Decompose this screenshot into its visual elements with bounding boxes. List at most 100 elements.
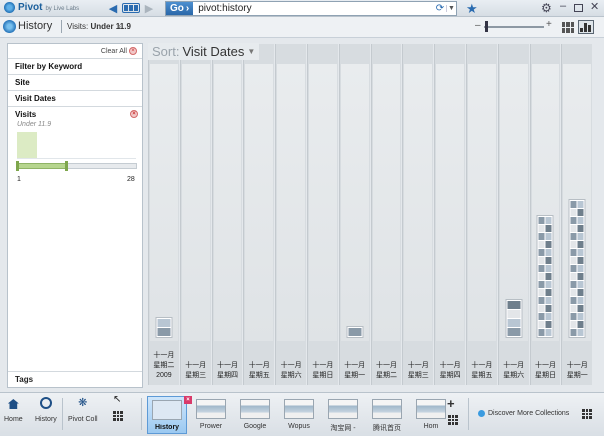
history-button[interactable]: History	[35, 397, 57, 423]
collection-title[interactable]: History	[18, 20, 52, 32]
page-thumbnail[interactable]	[157, 328, 171, 336]
page-thumbnail[interactable]	[577, 233, 584, 240]
facet-site[interactable]: Site	[8, 74, 142, 90]
thumbnail-stack[interactable]	[346, 326, 364, 338]
page-thumbnail[interactable]	[570, 289, 577, 296]
page-thumbnail[interactable]	[577, 201, 584, 208]
address-dropdown-icon[interactable]: ▼	[446, 5, 456, 12]
page-thumbnail[interactable]	[538, 321, 545, 328]
date-column[interactable]: 十一月 星期一	[561, 44, 593, 385]
discover-more-collections-link[interactable]: Discover More Collections	[478, 410, 569, 417]
home-button[interactable]: Home	[4, 397, 23, 423]
date-column[interactable]: 十一月 星期日	[529, 44, 561, 385]
pin-icon[interactable]: ↖	[113, 394, 121, 405]
thumbnail-stack[interactable]	[505, 299, 523, 338]
page-thumbnail[interactable]	[577, 217, 584, 224]
page-thumbnail[interactable]	[577, 225, 584, 232]
page-thumbnail[interactable]	[570, 321, 577, 328]
date-column[interactable]: 十一月 星期四	[211, 44, 243, 385]
page-thumbnail[interactable]	[577, 289, 584, 296]
tab-overview-icon[interactable]	[122, 3, 140, 13]
page-thumbnail[interactable]	[570, 273, 577, 280]
clear-visits-x-icon[interactable]: ×	[130, 110, 138, 118]
zoom-slider-thumb[interactable]	[485, 21, 488, 32]
page-thumbnail[interactable]	[538, 241, 545, 248]
page-thumbnail[interactable]	[538, 265, 545, 272]
page-thumbnail[interactable]	[577, 281, 584, 288]
date-column[interactable]: 十一月 星期三	[402, 44, 434, 385]
page-thumbnail[interactable]	[545, 241, 552, 248]
page-thumbnail[interactable]	[577, 265, 584, 272]
page-thumbnail[interactable]	[545, 297, 552, 304]
page-thumbnail[interactable]	[577, 273, 584, 280]
date-column[interactable]: 十一月 星期六	[275, 44, 306, 385]
visits-range-min-handle[interactable]	[16, 161, 19, 171]
page-thumbnail[interactable]	[545, 281, 552, 288]
page-thumbnail[interactable]	[545, 233, 552, 240]
tabs-grid-icon[interactable]	[448, 415, 458, 425]
page-thumbnail[interactable]	[507, 328, 521, 336]
collections-grid-icon[interactable]	[582, 409, 592, 419]
maximize-icon[interactable]	[574, 4, 583, 12]
grid-view-icon[interactable]	[562, 22, 574, 33]
page-thumbnail[interactable]	[577, 249, 584, 256]
page-thumbnail[interactable]	[507, 319, 521, 327]
gear-icon[interactable]: ⚙	[541, 1, 552, 15]
page-thumbnail[interactable]	[545, 329, 552, 336]
thumbnail-stack[interactable]	[536, 215, 554, 338]
page-thumbnail[interactable]	[545, 289, 552, 296]
page-thumbnail[interactable]	[348, 328, 362, 336]
facet-tags[interactable]: Tags	[8, 371, 142, 387]
date-column[interactable]: 十一月 星期六	[497, 44, 529, 385]
pivot-collections-button[interactable]: ❋ Pivot Coll	[68, 397, 98, 423]
page-thumbnail[interactable]	[570, 225, 577, 232]
tab-page[interactable]: Google	[235, 396, 275, 434]
forward-arrow-icon[interactable]: ▶	[142, 1, 156, 15]
tab-page[interactable]: Hom	[411, 396, 451, 434]
zoom-slider[interactable]	[484, 26, 544, 28]
date-column[interactable]: 十一月 星期日	[307, 44, 338, 385]
page-thumbnail[interactable]	[577, 257, 584, 264]
date-column[interactable]: 十一月 星期一	[338, 44, 370, 385]
page-thumbnail[interactable]	[538, 289, 545, 296]
page-thumbnail[interactable]	[538, 297, 545, 304]
page-thumbnail[interactable]	[570, 329, 577, 336]
facet-filter-by-keyword[interactable]: Filter by Keyword	[8, 58, 142, 74]
page-thumbnail[interactable]	[545, 313, 552, 320]
tab-page[interactable]: 淘宝网 -	[323, 396, 363, 434]
refresh-icon[interactable]: ⟳	[434, 3, 446, 14]
page-thumbnail[interactable]	[570, 305, 577, 312]
page-thumbnail[interactable]	[570, 241, 577, 248]
page-thumbnail[interactable]	[538, 249, 545, 256]
graph-view-icon[interactable]	[578, 20, 594, 34]
page-thumbnail[interactable]	[507, 301, 521, 309]
page-thumbnail[interactable]	[538, 329, 545, 336]
page-thumbnail[interactable]	[538, 313, 545, 320]
zoom-out-icon[interactable]: –	[475, 20, 481, 31]
page-thumbnail[interactable]	[545, 305, 552, 312]
page-thumbnail[interactable]	[545, 225, 552, 232]
page-thumbnail[interactable]	[538, 217, 545, 224]
page-thumbnail[interactable]	[570, 297, 577, 304]
close-icon[interactable]: ✕	[590, 0, 599, 13]
visits-range-selection[interactable]	[17, 163, 66, 169]
page-thumbnail[interactable]	[157, 319, 171, 327]
tab-page[interactable]: 腾讯首页	[367, 396, 407, 434]
page-thumbnail[interactable]	[570, 209, 577, 216]
page-thumbnail[interactable]	[577, 329, 584, 336]
page-thumbnail[interactable]	[538, 281, 545, 288]
tab-history[interactable]: History ×	[147, 396, 192, 434]
page-thumbnail[interactable]	[570, 265, 577, 272]
page-thumbnail[interactable]	[577, 321, 584, 328]
page-thumbnail[interactable]	[577, 305, 584, 312]
back-arrow-icon[interactable]: ◀	[106, 1, 120, 15]
page-thumbnail[interactable]	[538, 233, 545, 240]
sort-dropdown[interactable]: Sort: Visit Dates ▼	[148, 43, 260, 60]
thumbnail-stack[interactable]	[568, 199, 586, 338]
page-thumbnail[interactable]	[577, 297, 584, 304]
date-column[interactable]: 十一月 星期三	[179, 44, 211, 385]
page-thumbnail[interactable]	[577, 209, 584, 216]
new-tab-plus-icon[interactable]: +	[447, 396, 455, 411]
page-thumbnail[interactable]	[577, 313, 584, 320]
date-column[interactable]: 十一月 星期五	[466, 44, 497, 385]
